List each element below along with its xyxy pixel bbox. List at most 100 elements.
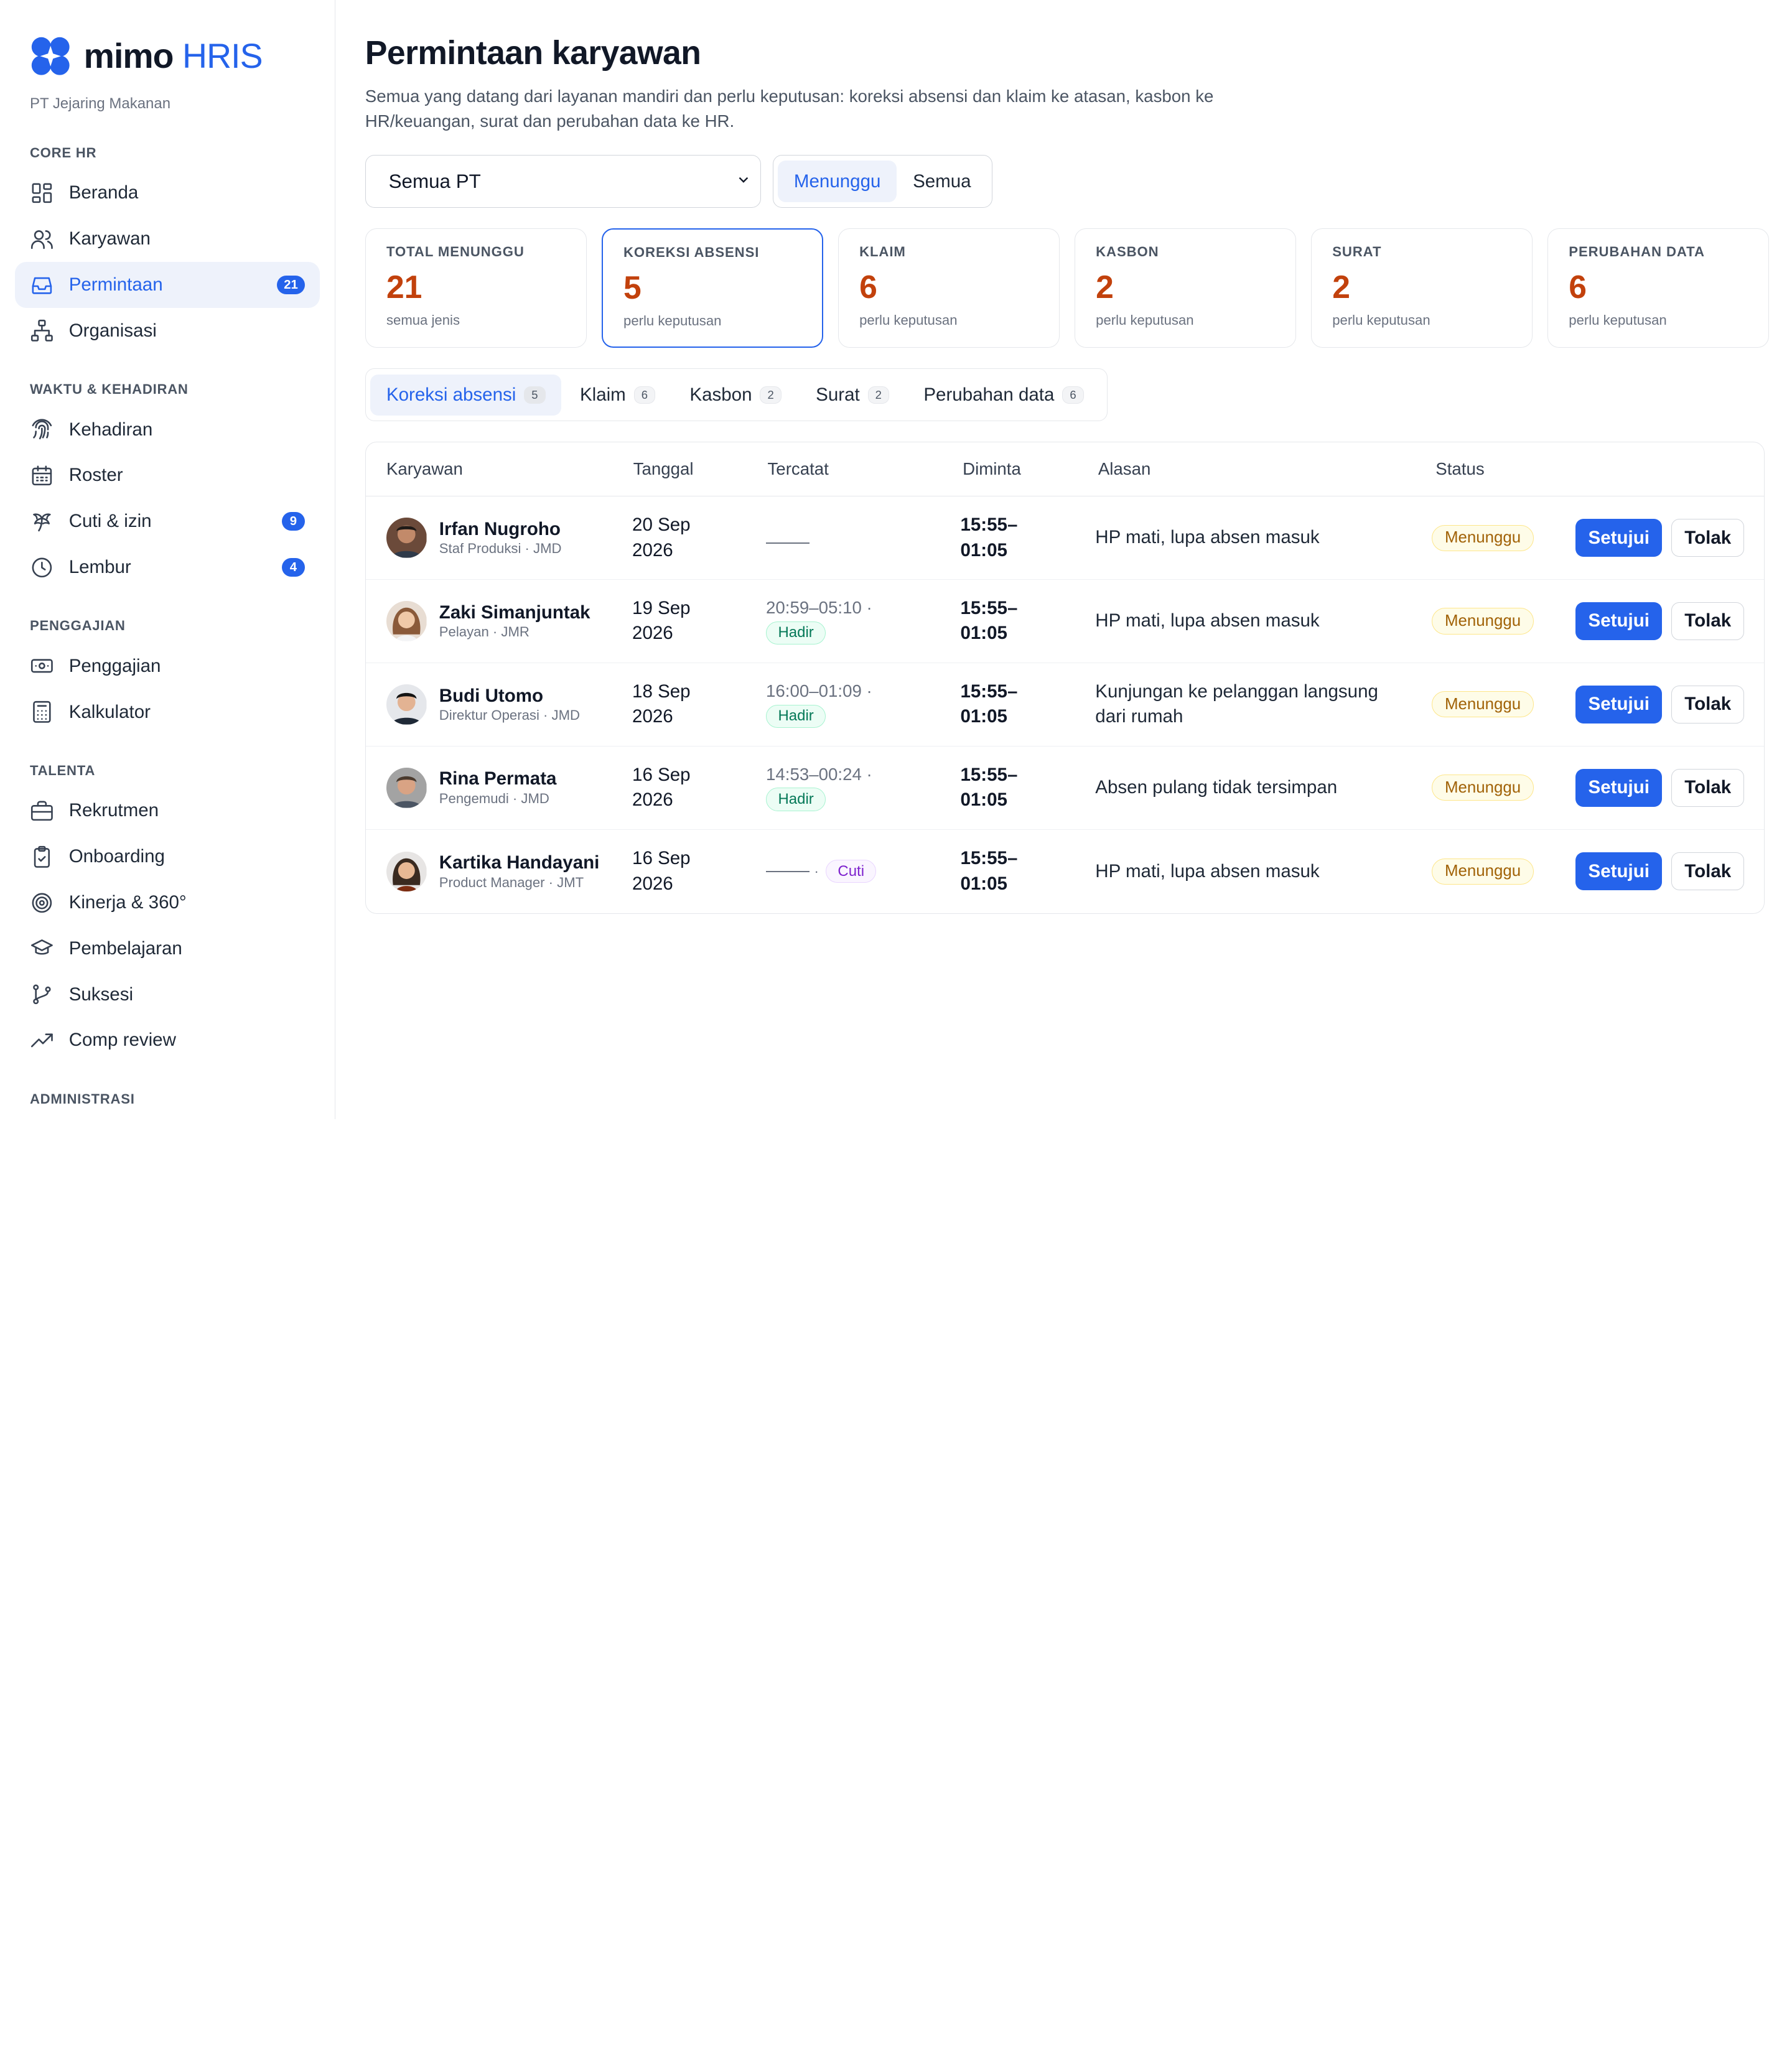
calendar-icon: [30, 463, 54, 488]
card-value: 2: [1096, 269, 1114, 305]
recorded-separator: ·: [866, 681, 872, 700]
approve-button[interactable]: Setujui: [1575, 852, 1663, 891]
reject-button[interactable]: Tolak: [1671, 685, 1745, 724]
tab-count-badge: 6: [633, 386, 656, 404]
employee-meta: Direktur Operasi · JMD: [439, 707, 580, 724]
employee-name[interactable]: Kartika Handayani: [439, 852, 600, 873]
fingerprint-icon: [30, 417, 54, 442]
request-type-tabs: Koreksi absensi 5 Klaim 6 Kasbon 2 Surat…: [365, 368, 1108, 422]
summary-card-klaim[interactable]: KLAIM 6 perlu keputusan: [838, 228, 1060, 348]
section-title-core-hr: CORE HR: [29, 144, 97, 161]
date-day: 16 Sep: [632, 764, 691, 785]
approve-button[interactable]: Setujui: [1575, 602, 1663, 640]
card-value: 6: [1569, 269, 1587, 305]
approve-button[interactable]: Setujui: [1575, 685, 1663, 724]
git-branch-icon: [30, 982, 54, 1007]
attendance-badge: Hadir: [766, 621, 826, 644]
date-cell: 18 Sep 2026: [632, 679, 766, 730]
card-subtitle: semua jenis: [386, 312, 460, 328]
reject-button[interactable]: Tolak: [1671, 852, 1745, 891]
employee-name[interactable]: Zaki Simanjuntak: [439, 602, 590, 623]
employee-cell: Kartika Handayani Product Manager · JMT: [366, 851, 632, 892]
actions-cell: Setujui Tolak: [1575, 685, 1764, 724]
toggle-menunggu[interactable]: Menunggu: [778, 161, 897, 202]
tab-count-badge: 2: [760, 386, 782, 404]
company-select[interactable]: Semua PT: [365, 155, 762, 208]
tab-surat[interactable]: Surat 2: [800, 375, 905, 416]
avatar: [386, 768, 427, 808]
sidebar-item-label: Rekrutmen: [68, 800, 159, 821]
sidebar-item-kehadiran[interactable]: Kehadiran: [15, 407, 320, 453]
summary-card-kasbon[interactable]: KASBON 2 perlu keputusan: [1074, 228, 1297, 348]
date-day: 19 Sep: [632, 597, 691, 618]
sidebar-item-cuti[interactable]: Cuti & izin 9: [15, 498, 320, 544]
tab-kasbon[interactable]: Kasbon 2: [674, 375, 798, 416]
target-icon: [30, 891, 54, 915]
org-chart-icon: [30, 319, 54, 343]
sidebar-item-lembur[interactable]: Lembur 4: [15, 544, 320, 590]
reject-button[interactable]: Tolak: [1671, 519, 1745, 557]
card-subtitle: perlu keputusan: [1096, 312, 1194, 328]
sidebar-item-roster[interactable]: Roster: [15, 453, 320, 499]
requested-start: 15:55–: [960, 514, 1018, 535]
sidebar-item-label: Permintaan: [68, 274, 163, 295]
sidebar-item-rekrutmen[interactable]: Rekrutmen: [15, 788, 320, 834]
employee-meta: Product Manager · JMT: [439, 874, 584, 890]
sidebar-item-pembelajaran[interactable]: Pembelajaran: [15, 926, 320, 972]
reject-button[interactable]: Tolak: [1671, 602, 1745, 640]
recorded-cell: · Cuti: [766, 860, 960, 883]
date-day: 16 Sep: [632, 848, 691, 869]
column-header-alasan: Alasan: [1098, 458, 1151, 478]
avatar: [386, 851, 427, 892]
tab-count-badge: 5: [524, 386, 546, 404]
tab-label: Koreksi absensi: [386, 384, 516, 405]
approve-button[interactable]: Setujui: [1575, 768, 1663, 807]
date-year: 2026: [632, 623, 673, 644]
summary-card-perubahan-data[interactable]: PERUBAHAN DATA 6 perlu keputusan: [1547, 228, 1770, 348]
summary-card-koreksi-absensi[interactable]: KOREKSI ABSENSI 5 perlu keputusan: [601, 228, 823, 348]
card-title: KASBON: [1096, 244, 1159, 260]
sidebar-item-karyawan[interactable]: Karyawan: [15, 216, 320, 262]
recorded-separator: ·: [814, 863, 819, 879]
reject-button[interactable]: Tolak: [1671, 768, 1745, 807]
status-badge: Menunggu: [1431, 524, 1534, 551]
approve-button[interactable]: Setujui: [1575, 519, 1663, 557]
recorded-line: · Cuti: [766, 860, 960, 883]
table-row: Zaki Simanjuntak Pelayan · JMR 19 Sep 202…: [365, 580, 1764, 663]
sidebar-item-penggajian[interactable]: Penggajian: [15, 643, 320, 689]
column-header-diminta: Diminta: [963, 458, 1021, 478]
leave-badge: Cuti: [825, 860, 877, 883]
summary-card-total[interactable]: TOTAL MENUNGGU 21 semua jenis: [365, 228, 587, 348]
tab-koreksi-absensi[interactable]: Koreksi absensi 5: [370, 374, 562, 416]
tab-label: Perubahan data: [923, 384, 1055, 405]
tab-perubahan-data[interactable]: Perubahan data 6: [908, 375, 1100, 416]
sidebar-item-label: Beranda: [68, 182, 139, 203]
sidebar-item-suksesi[interactable]: Suksesi: [15, 972, 320, 1018]
clipboard-check-icon: [30, 845, 54, 869]
employee-meta: Staf Produksi · JMD: [439, 541, 562, 557]
employee-name[interactable]: Rina Permata: [439, 768, 557, 789]
summary-card-surat[interactable]: SURAT 2 perlu keputusan: [1311, 228, 1533, 348]
sidebar-item-beranda[interactable]: Beranda: [15, 170, 320, 216]
card-subtitle: perlu keputusan: [623, 313, 722, 329]
sidebar: mimo HRIS PT Jejaring Makanan CORE HR Be…: [0, 0, 335, 1119]
employee-cell: Irfan Nugroho Staf Produksi · JMD: [366, 518, 632, 558]
recorded-cell: 16:00–01:09 · Hadir: [766, 681, 960, 728]
employee-name[interactable]: Budi Utomo: [439, 686, 580, 707]
sidebar-item-organisasi[interactable]: Organisasi: [15, 308, 320, 354]
sidebar-item-comp-review[interactable]: Comp review: [15, 1018, 320, 1064]
requested-end: 01:05: [960, 623, 1007, 644]
status-badge: Menunggu: [1431, 691, 1534, 718]
count-badge: 21: [277, 276, 305, 294]
sidebar-item-kalkulator[interactable]: Kalkulator: [15, 689, 320, 735]
sidebar-item-permintaan[interactable]: Permintaan 21: [14, 262, 320, 308]
sidebar-item-label: Kinerja & 360°: [68, 892, 187, 913]
brand[interactable]: mimo HRIS: [15, 34, 320, 78]
section-title-penggajian: PENGGAJIAN: [29, 618, 126, 634]
table-row: Rina Permata Pengemudi · JMD 16 Sep 2026 …: [365, 747, 1764, 830]
tab-klaim[interactable]: Klaim 6: [564, 375, 671, 416]
sidebar-item-onboarding[interactable]: Onboarding: [15, 834, 320, 880]
toggle-semua[interactable]: Semua: [897, 161, 987, 202]
employee-name[interactable]: Irfan Nugroho: [439, 519, 562, 540]
sidebar-item-kinerja[interactable]: Kinerja & 360°: [15, 880, 320, 926]
